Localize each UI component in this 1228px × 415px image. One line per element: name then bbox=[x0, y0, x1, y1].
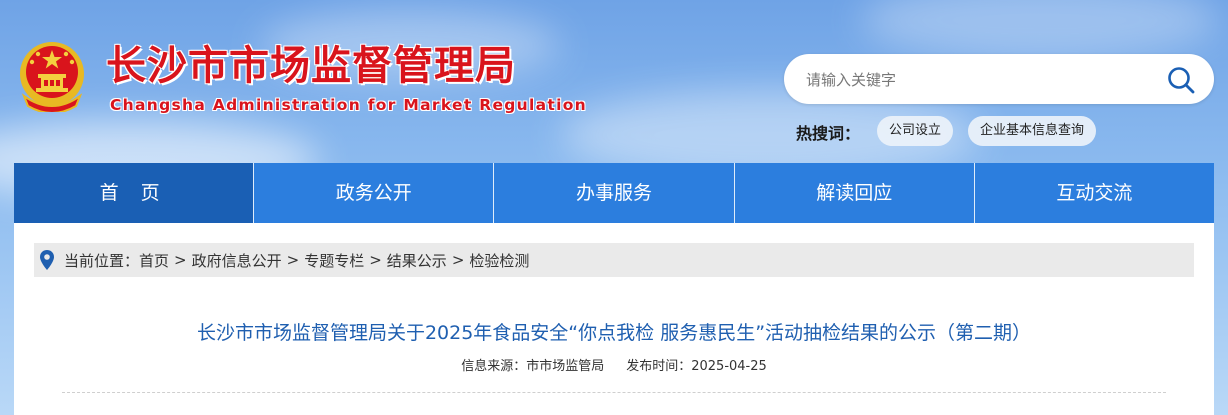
nav-item-home[interactable]: 首 页 bbox=[14, 163, 254, 223]
date-value: 2025-04-25 bbox=[691, 359, 767, 374]
background-cloud bbox=[860, 0, 1220, 60]
article-meta: 信息来源：市市场监管局 发布时间：2025-04-25 bbox=[14, 355, 1214, 374]
hot-search-tag-enterprise-info[interactable]: 企业基本信息查询 bbox=[968, 116, 1097, 146]
national-emblem-icon bbox=[20, 42, 84, 112]
breadcrumb-separator: > bbox=[451, 251, 465, 269]
divider bbox=[62, 392, 1166, 393]
breadcrumb-item-home[interactable]: 首页 bbox=[139, 250, 169, 271]
breadcrumb-separator: > bbox=[286, 251, 300, 269]
article-title: 长沙市市场监督管理局关于2025年食品安全“你点我检 服务惠民生”活动抽检结果的… bbox=[196, 322, 1032, 344]
hot-search-tag-company-setup[interactable]: 公司设立 bbox=[877, 116, 954, 146]
hot-search-label: 热搜词： bbox=[796, 124, 861, 143]
content-panel: 当前位置： 首页 > 政府信息公开 > 专题专栏 > 结果公示 > 检验检测 长… bbox=[14, 223, 1214, 415]
nav-item-government-affairs[interactable]: 政务公开 bbox=[253, 163, 493, 223]
breadcrumb-item-special-topics[interactable]: 专题专栏 bbox=[304, 250, 364, 271]
search-icon[interactable] bbox=[1166, 65, 1196, 95]
site-title: 长沙市市场监督管理局 bbox=[106, 42, 516, 89]
breadcrumb-item-inspection[interactable]: 检验检测 bbox=[469, 250, 529, 271]
main-nav: 首 页 政务公开 办事服务 解读回应 互动交流 bbox=[14, 163, 1214, 223]
date-label: 发布时间： bbox=[626, 359, 692, 374]
source-label: 信息来源： bbox=[461, 359, 527, 374]
breadcrumb-item-results[interactable]: 结果公示 bbox=[387, 250, 447, 271]
nav-item-interaction[interactable]: 互动交流 bbox=[973, 163, 1214, 223]
search-input[interactable] bbox=[804, 54, 1148, 106]
location-pin-icon bbox=[40, 250, 54, 270]
search-box bbox=[784, 54, 1214, 106]
breadcrumb-item-gov-info[interactable]: 政府信息公开 bbox=[192, 250, 282, 271]
site-subtitle: Changsha Administration for Market Regul… bbox=[110, 96, 587, 114]
breadcrumb-prefix: 当前位置： bbox=[64, 251, 140, 270]
nav-item-interpretation[interactable]: 解读回应 bbox=[733, 163, 974, 223]
nav-item-services[interactable]: 办事服务 bbox=[493, 163, 733, 223]
breadcrumb: 当前位置： 首页 > 政府信息公开 > 专题专栏 > 结果公示 > 检验检测 bbox=[34, 243, 1194, 277]
breadcrumb-separator: > bbox=[174, 251, 187, 269]
breadcrumb-separator: > bbox=[369, 251, 382, 269]
source-value: 市市场监管局 bbox=[526, 359, 605, 374]
